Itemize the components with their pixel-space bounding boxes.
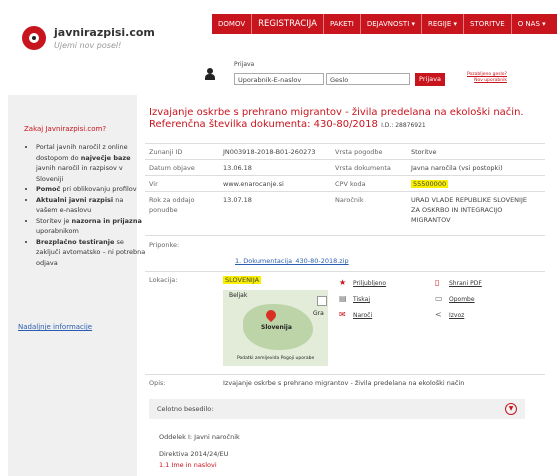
login-links: Pozabljeno geslo? Nov uporabnik [467,72,507,84]
share-icon[interactable]: < [435,311,442,319]
location-label: Lokacija: [149,276,178,284]
pdf-icon[interactable]: ▯ [435,279,439,287]
field-label: CPV koda [335,180,366,188]
document-id: I.D.: 28876921 [381,122,426,129]
print-icon[interactable]: ▤ [339,295,347,303]
password-input[interactable]: Geslo [326,73,410,85]
description-value: Izvajanje oskrbe s prehrano migrantov - … [223,379,465,387]
chevron-down-icon[interactable]: ▼ [505,403,517,415]
page-title: Izvajanje oskrbe s prehrano migrantov - … [149,107,524,130]
table-row: Vir www.enarocanje.si CPV koda 55500000 [145,175,545,192]
list-item: Portal javnih naročil z online dostopom … [36,142,146,184]
tender-detail: Izvajanje oskrbe s prehrano migrantov - … [145,95,557,476]
star-icon[interactable]: ★ [339,279,346,287]
cart-icon[interactable]: ✉ [339,311,346,319]
source-link[interactable]: www.enarocanje.si [223,179,284,189]
fullscreen-icon[interactable] [317,296,327,306]
export-link[interactable]: Izvoz [449,312,464,319]
list-item: Brezplačno testiranje se zaključi avtoma… [36,237,146,269]
brand-name: javnirazpisi.com [54,26,155,39]
field-label: Vrsta pogodbe [335,148,383,156]
top-navigation: DOMOV REGISTRACIJA PAKETI DEJAVNOSTI ▾ R… [212,14,557,34]
map-label: Gra [313,310,324,317]
map-footer: Podatki zemljevida Pogoji uporabe [237,356,315,361]
section-item: 1.1 Ime in naslovi [159,461,217,469]
sidebar-benefits-list: Portal javnih naročil z online dostopom … [24,142,146,268]
map-label: Slovenija [261,324,292,331]
more-info-link[interactable]: Nadaljnje informacije [18,323,92,331]
list-item: Aktualni javni razpisi na vašem e-naslov… [36,195,146,216]
user-icon [204,68,216,80]
save-pdf-link[interactable]: Shrani PDF [449,280,482,287]
favorite-link[interactable]: Priljubljeno [353,280,386,287]
nav-dejavnosti[interactable]: DEJAVNOSTI ▾ [361,14,423,34]
section-heading: Oddelek I: Javni naročnik [159,433,240,441]
logo-icon [22,26,46,50]
field-label: Vir [149,180,158,188]
attachments-label: Priponke: [149,241,180,249]
notes-link[interactable]: Opombe [449,296,475,303]
login-button[interactable]: Prijava [415,73,445,86]
username-input[interactable]: Uporabnik-E-naslov [234,73,324,85]
field-label: Naročnik [335,196,364,204]
location-map[interactable]: Beljak Slovenija Gra Podatki zemljevida … [223,290,328,366]
field-value: 13.07.18 [223,196,252,204]
field-value: Javna naročila (vsi postopki) [411,164,503,172]
map-label: Beljak [229,292,248,299]
cpv-code: 55500000 [411,180,449,188]
sidebar-title: Zakaj Javnirazpisi.com? [24,125,107,133]
list-item: Storitev je nazorna in prijazna uporabni… [36,216,146,237]
brand-slogan: Ujemi nov posel! [54,41,122,50]
nav-storitve[interactable]: STORITVE [464,14,512,34]
full-text-toggle[interactable]: Celotno besedilo: ▼ [149,399,525,419]
nav-regije[interactable]: REGIJE ▾ [422,14,465,34]
print-link[interactable]: Tiskaj [353,296,370,303]
order-link[interactable]: Naroči [353,312,372,319]
description-label: Opis: [149,379,166,387]
note-icon[interactable]: ▭ [435,295,443,303]
nav-registracija[interactable]: REGISTRACIJA [252,14,324,34]
field-label: Vrsta dokumenta [335,164,391,172]
nav-o-nas[interactable]: O NAS ▾ [512,14,552,34]
nav-paketi[interactable]: PAKETI [324,14,361,34]
table-row: Datum objave 13.06.18 Vrsta dokumenta Ja… [145,159,545,176]
field-label: Datum objave [149,164,195,172]
field-label: Rok za oddajo ponudbe [149,196,195,214]
field-value: Storitve [411,148,437,156]
field-value: URAD VLADE REPUBLIKE SLOVENIJE ZA OSKRBO… [411,196,527,224]
attachment-link[interactable]: 1. Dokumentacija_430-80-2018.zip [235,256,349,266]
table-row: Rok za oddajo ponudbe 13.07.18 Naročnik … [145,191,545,232]
table-row: Zunanji ID JN003918-2018-B01-260273 Vrst… [145,143,545,160]
new-user-link[interactable]: Nov uporabnik [467,78,507,84]
attachments-row: Priponke: 1. Dokumentacija_430-80-2018.z… [145,235,545,270]
directive-text: Direktiva 2014/24/EU [159,450,229,458]
list-item: Pomoč pri oblikovanju profilov [36,184,146,195]
full-text-label: Celotno besedilo: [157,405,214,413]
description-row: Opis: Izvajanje oskrbe s prehrano migran… [145,374,545,387]
location-value: SLOVENIJA [223,276,262,284]
sidebar: Zakaj Javnirazpisi.com? Portal javnih na… [8,95,145,476]
field-value: 13.06.18 [223,164,252,172]
login-label: Prijava [234,61,255,68]
field-value: JN003918-2018-B01-260273 [223,148,316,156]
nav-domov[interactable]: DOMOV [212,14,253,34]
field-label: Zunanji ID [149,148,183,156]
